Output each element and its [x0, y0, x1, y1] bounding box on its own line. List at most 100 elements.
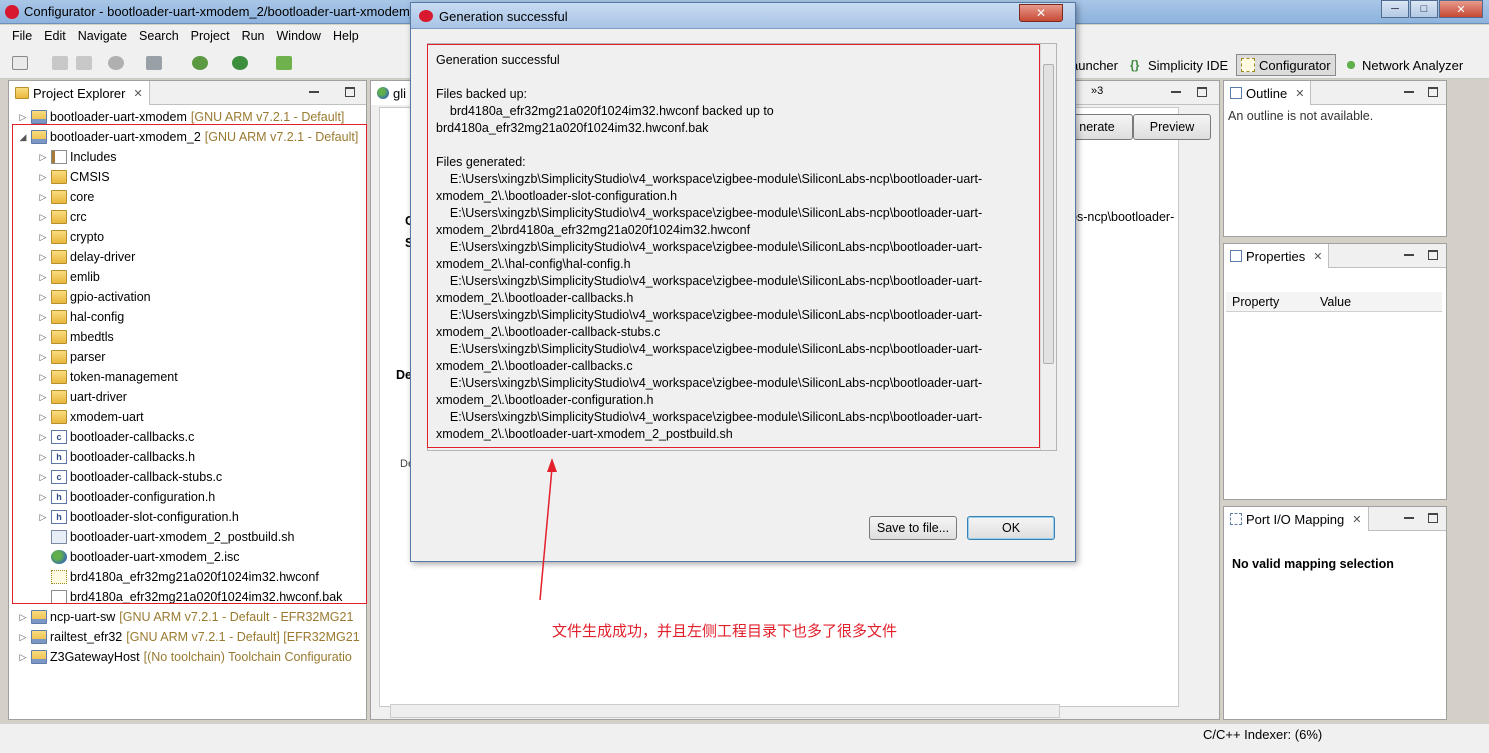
port-io-tab[interactable]: Port I/O Mapping ✕	[1224, 507, 1369, 531]
perspective-configurator[interactable]: Configurator	[1236, 54, 1336, 76]
maximize-panel-icon[interactable]	[1428, 87, 1438, 97]
menu-edit[interactable]: Edit	[38, 29, 72, 43]
debug-icon[interactable]	[192, 56, 208, 70]
perspective-launcher[interactable]: Launcher	[1074, 54, 1118, 76]
gear-icon[interactable]	[108, 56, 124, 70]
expand-arrow-icon[interactable]: ▷	[37, 412, 49, 423]
save-icon[interactable]	[52, 56, 68, 70]
menu-project[interactable]: Project	[185, 29, 236, 43]
expand-arrow-icon[interactable]: ▷	[37, 452, 49, 463]
minimize-button[interactable]: ─	[1381, 0, 1409, 18]
expand-arrow-icon[interactable]: ▷	[37, 512, 49, 523]
expand-arrow-icon[interactable]: ▷	[37, 192, 49, 203]
tree-item[interactable]: brd4180a_efr32mg21a020f1024im32.hwconf.b…	[37, 587, 342, 607]
tree-item[interactable]: brd4180a_efr32mg21a020f1024im32.hwconf	[37, 567, 319, 587]
menu-search[interactable]: Search	[133, 29, 185, 43]
expand-arrow-icon[interactable]: ▷	[37, 332, 49, 343]
tree-item[interactable]: ▷ h bootloader-configuration.h	[37, 487, 215, 507]
menu-window[interactable]: Window	[271, 29, 327, 43]
tree-item[interactable]: ▷ c bootloader-callback-stubs.c	[37, 467, 222, 487]
expand-arrow-icon[interactable]: ▷	[37, 432, 49, 443]
menu-help[interactable]: Help	[327, 29, 365, 43]
perspective-network-analyzer[interactable]: Network Analyzer	[1344, 54, 1463, 76]
maximize-panel-icon[interactable]	[345, 87, 355, 97]
tree-item[interactable]: bootloader-uart-xmodem_2_postbuild.sh	[37, 527, 294, 547]
tree-item[interactable]: ▷ bootloader-uart-xmodem [GNU ARM v7.2.1 …	[17, 107, 344, 127]
tree-item[interactable]: ◢ bootloader-uart-xmodem_2 [GNU ARM v7.2.…	[17, 127, 358, 147]
menu-navigate[interactable]: Navigate	[72, 29, 133, 43]
maximize-panel-icon[interactable]	[1428, 513, 1438, 523]
tree-item[interactable]: ▷ core	[37, 187, 94, 207]
tree-item[interactable]: ▷ crc	[37, 207, 87, 227]
editor-hscroll[interactable]	[390, 704, 1060, 718]
preview-button[interactable]: Preview	[1133, 114, 1211, 140]
expand-arrow-icon[interactable]: ▷	[17, 612, 29, 623]
expand-arrow-icon[interactable]: ▷	[37, 492, 49, 503]
tree-item[interactable]: ▷ gpio-activation	[37, 287, 151, 307]
flash-icon[interactable]	[276, 56, 292, 70]
menu-run[interactable]: Run	[236, 29, 271, 43]
dialog-message-area[interactable]: Generation successful Files backed up: b…	[427, 43, 1057, 451]
tree-item[interactable]: ▷ railtest_efr32 [GNU ARM v7.2.1 - Defaul…	[17, 627, 360, 647]
menu-file[interactable]: File	[6, 29, 38, 43]
ok-button[interactable]: OK	[967, 516, 1055, 540]
expand-arrow-icon[interactable]: ▷	[17, 112, 29, 123]
tree-item[interactable]: ▷ CMSIS	[37, 167, 110, 187]
expand-arrow-icon[interactable]: ▷	[37, 352, 49, 363]
save-to-file-button[interactable]: Save to file...	[869, 516, 957, 540]
tree-item[interactable]: ▷ delay-driver	[37, 247, 135, 267]
expand-arrow-icon[interactable]: ▷	[37, 392, 49, 403]
minimize-panel-icon[interactable]	[1404, 513, 1414, 519]
tree-item[interactable]: ▷ hal-config	[37, 307, 124, 327]
dialog-scrollbar[interactable]	[1040, 44, 1056, 450]
perspective-simplicity-ide[interactable]: {} Simplicity IDE	[1130, 54, 1228, 76]
dialog-close-button[interactable]: ✕	[1019, 4, 1063, 22]
tree-item[interactable]: ▷ ncp-uart-sw [GNU ARM v7.2.1 - Default -…	[17, 607, 353, 627]
maximize-panel-icon[interactable]	[1197, 87, 1207, 97]
minimize-panel-icon[interactable]	[1171, 87, 1181, 93]
minimize-panel-icon[interactable]	[309, 87, 319, 93]
tree-item[interactable]: ▷ parser	[37, 347, 105, 367]
tab-overflow[interactable]: »3	[1091, 85, 1103, 97]
expand-arrow-icon[interactable]: ▷	[37, 152, 49, 163]
expand-arrow-icon[interactable]: ▷	[37, 472, 49, 483]
properties-tab[interactable]: Properties ✕	[1224, 244, 1330, 268]
close-window-button[interactable]: ✕	[1439, 0, 1483, 18]
run-icon[interactable]	[232, 56, 248, 70]
outline-tab[interactable]: Outline ✕	[1224, 81, 1312, 105]
tree-item[interactable]: ▷ mbedtls	[37, 327, 114, 347]
editor-tab[interactable]: gli	[371, 81, 414, 105]
expand-arrow-icon[interactable]: ▷	[37, 252, 49, 263]
close-tab-icon[interactable]: ✕	[1313, 250, 1322, 263]
tree-item[interactable]: ▷ Z3GatewayHost [(No toolchain) Toolchain…	[17, 647, 352, 667]
tree-item[interactable]: ▷ crypto	[37, 227, 104, 247]
tree-item[interactable]: ▷ uart-driver	[37, 387, 127, 407]
collapse-arrow-icon[interactable]: ◢	[17, 132, 29, 143]
save-all-icon[interactable]	[76, 56, 92, 70]
tree-item[interactable]: ▷ emlib	[37, 267, 100, 287]
expand-arrow-icon[interactable]: ▷	[37, 372, 49, 383]
tree-item[interactable]: ▷ token-management	[37, 367, 178, 387]
expand-arrow-icon[interactable]: ▷	[37, 292, 49, 303]
expand-arrow-icon[interactable]: ▷	[37, 212, 49, 223]
minimize-panel-icon[interactable]	[1404, 250, 1414, 256]
maximize-button[interactable]: □	[1410, 0, 1438, 18]
new-icon[interactable]	[12, 56, 28, 70]
scrollbar-thumb[interactable]	[1043, 64, 1054, 364]
close-tab-icon[interactable]: ✕	[1352, 513, 1361, 526]
maximize-panel-icon[interactable]	[1428, 250, 1438, 260]
tree-item[interactable]: bootloader-uart-xmodem_2.isc	[37, 547, 240, 567]
expand-arrow-icon[interactable]: ▷	[17, 632, 29, 643]
tree-item[interactable]: ▷ h bootloader-callbacks.h	[37, 447, 195, 467]
tree-item[interactable]: ▷ c bootloader-callbacks.c	[37, 427, 194, 447]
close-tab-icon[interactable]: ✕	[1295, 87, 1304, 100]
tree-item[interactable]: ▷ xmodem-uart	[37, 407, 144, 427]
expand-arrow-icon[interactable]: ▷	[37, 232, 49, 243]
expand-arrow-icon[interactable]: ▷	[37, 312, 49, 323]
close-tab-icon[interactable]: ✕	[133, 87, 142, 100]
expand-arrow-icon[interactable]: ▷	[37, 172, 49, 183]
build-icon[interactable]	[146, 56, 162, 70]
tree-item[interactable]: ▷ h bootloader-slot-configuration.h	[37, 507, 239, 527]
project-explorer-tab[interactable]: Project Explorer ✕	[9, 81, 150, 105]
expand-arrow-icon[interactable]: ▷	[37, 272, 49, 283]
